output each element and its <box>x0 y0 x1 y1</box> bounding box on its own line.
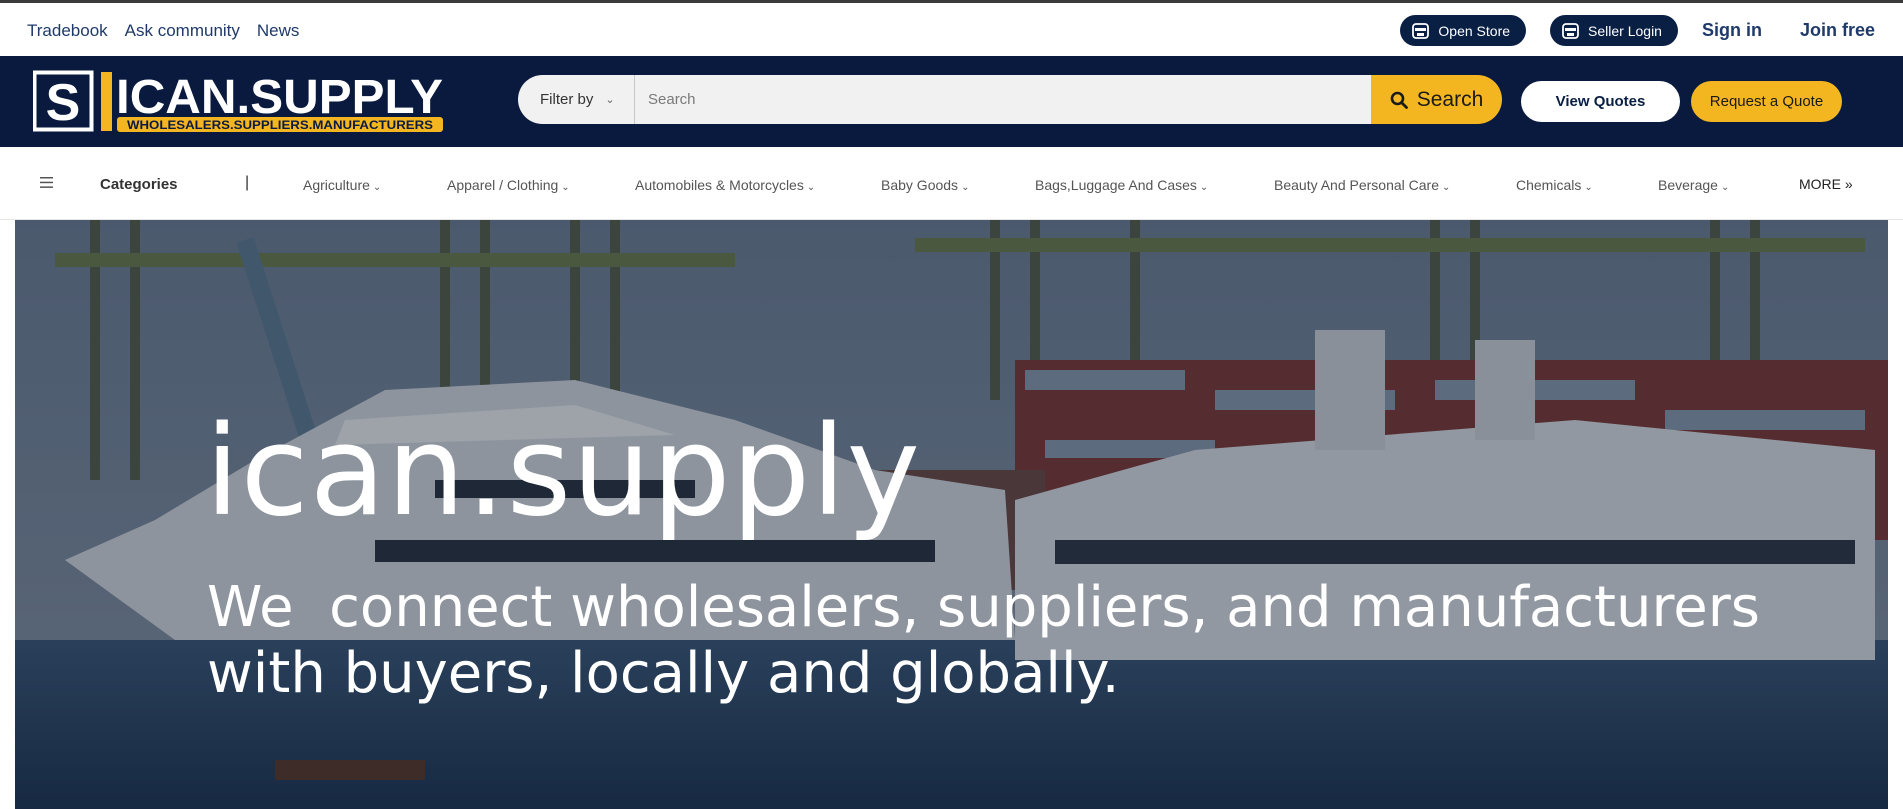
chevron-down-icon: ⌄ <box>372 182 382 193</box>
ask-community-link[interactable]: Ask community <box>125 21 240 41</box>
news-link[interactable]: News <box>257 21 300 41</box>
filter-label: Filter by <box>540 91 594 108</box>
category-label: Bags,Luggage And Cases <box>1035 177 1197 193</box>
category-separator: | <box>245 174 250 191</box>
category-label: Baby Goods <box>881 177 959 193</box>
chevron-down-icon: ⌄ <box>961 182 970 193</box>
search-button[interactable]: Search <box>1371 75 1502 124</box>
category-label: Beverage <box>1658 177 1718 193</box>
svg-text:S: S <box>46 74 81 132</box>
search-icon <box>1390 91 1408 109</box>
seller-login-label: Seller Login <box>1588 22 1662 39</box>
main-header: S ICAN.SUPPLY WHOLESALERS.SUPPLIERS.MANU… <box>0 56 1903 147</box>
chevron-down-icon: ⌄ <box>1720 182 1730 193</box>
category-label: Chemicals <box>1516 177 1582 193</box>
seller-login-button[interactable]: Seller Login <box>1550 15 1678 46</box>
category-bags-luggage[interactable]: Bags,Luggage And Cases ⌄ <box>1035 177 1208 193</box>
svg-text:WHOLESALERS.SUPPLIERS.MANUFACT: WHOLESALERS.SUPPLIERS.MANUFACTURERS <box>127 118 433 132</box>
open-store-button[interactable]: Open Store <box>1400 15 1527 46</box>
categories-title[interactable]: Categories <box>100 176 178 193</box>
store-icon <box>1412 22 1430 39</box>
category-baby-goods[interactable]: Baby Goods ⌄ <box>881 177 969 193</box>
chevron-down-icon: ⌄ <box>605 94 615 106</box>
top-utility-bar: Tradebook Ask community News Open Store … <box>0 0 1903 56</box>
category-beverage[interactable]: Beverage ⌄ <box>1658 177 1729 193</box>
chevron-down-icon: ⌄ <box>1199 182 1209 193</box>
hero-title: ican.supply <box>205 400 922 544</box>
hero-banner: ican.supply We connect wholesalers, supp… <box>15 220 1888 809</box>
view-quotes-button[interactable]: View Quotes <box>1521 81 1680 122</box>
chevron-down-icon: ⌄ <box>1442 182 1451 193</box>
filter-dropdown[interactable]: Filter by ⌄ <box>518 75 635 124</box>
chevron-down-icon: ⌄ <box>1584 182 1593 193</box>
top-links: Tradebook Ask community News <box>27 21 299 41</box>
category-bar: Categories | Agriculture ⌄ Apparel / Clot… <box>0 147 1903 220</box>
category-label: Beauty And Personal Care <box>1274 177 1439 193</box>
hero-subtitle: We connect wholesalers, suppliers, and m… <box>207 575 1778 706</box>
chevron-down-icon: ⌄ <box>561 182 570 193</box>
tradebook-link[interactable]: Tradebook <box>27 21 108 41</box>
sign-in-link[interactable]: Sign in <box>1702 20 1762 41</box>
request-quote-button[interactable]: Request a Quote <box>1691 81 1842 122</box>
chevron-down-icon: ⌄ <box>806 182 816 193</box>
category-label: Apparel / Clothing <box>447 177 559 193</box>
ican-supply-logo[interactable]: S ICAN.SUPPLY WHOLESALERS.SUPPLIERS.MANU… <box>33 70 445 133</box>
store-icon <box>1562 22 1579 39</box>
search-bar: Filter by ⌄ Search <box>518 75 1502 124</box>
category-label: Agriculture <box>303 177 370 193</box>
category-chemicals[interactable]: Chemicals ⌄ <box>1516 177 1593 193</box>
more-categories-link[interactable]: MORE » <box>1799 176 1853 192</box>
category-agriculture[interactable]: Agriculture ⌄ <box>303 177 381 193</box>
category-apparel[interactable]: Apparel / Clothing ⌄ <box>447 177 570 193</box>
category-label: Automobiles & Motorcycles <box>635 177 804 193</box>
svg-text:ICAN.SUPPLY: ICAN.SUPPLY <box>116 71 443 124</box>
hamburger-menu-icon[interactable] <box>40 177 53 188</box>
search-button-label: Search <box>1416 87 1484 111</box>
search-input[interactable] <box>635 75 1391 124</box>
open-store-label: Open Store <box>1438 22 1511 39</box>
join-free-link[interactable]: Join free <box>1800 20 1875 41</box>
top-right-actions: Open Store Seller Login Sign in Join fre… <box>1400 15 1875 46</box>
category-beauty[interactable]: Beauty And Personal Care ⌄ <box>1274 177 1450 193</box>
category-automobiles[interactable]: Automobiles & Motorcycles ⌄ <box>635 177 815 193</box>
